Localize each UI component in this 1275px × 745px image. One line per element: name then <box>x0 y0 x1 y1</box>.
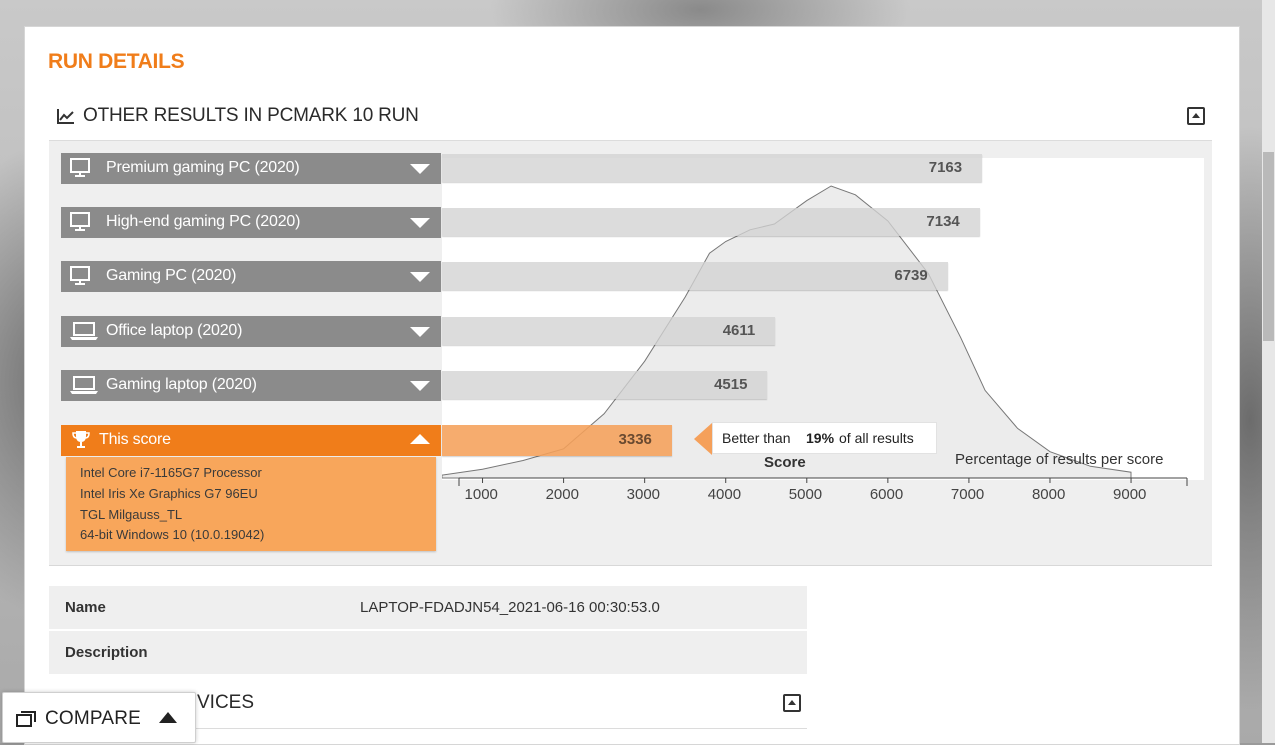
info-key: Description <box>65 644 148 661</box>
compare-label: COMPARE <box>45 708 142 729</box>
tick-label: 4000 <box>707 486 742 503</box>
collapse-devices-button[interactable] <box>783 694 801 712</box>
better-prefix: Better than <box>722 430 791 446</box>
tick-label: 6000 <box>869 486 904 503</box>
result-row-name: Gaming PC (2020) <box>106 267 237 284</box>
result-bar: 6739 <box>442 262 948 290</box>
chevron-up-icon <box>159 712 177 723</box>
devices-title: VICES <box>197 692 255 713</box>
result-row-name: Premium gaming PC (2020) <box>106 159 300 176</box>
info-value: LAPTOP-FDADJN54_2021-06-16 00:30:53.0 <box>360 599 660 616</box>
tick-label: 7000 <box>950 486 985 503</box>
result-bar: 7134 <box>442 208 980 236</box>
tick-label: 1000 <box>464 486 498 503</box>
trophy-icon <box>72 430 90 455</box>
result-bar: 4611 <box>442 317 776 345</box>
chevron-down-icon[interactable] <box>410 327 430 337</box>
scrollbar-thumb[interactable] <box>1263 152 1274 341</box>
laptop-icon <box>69 321 99 346</box>
result-score: 7163 <box>928 159 963 176</box>
result-row-label[interactable]: Gaming laptop (2020) <box>61 370 441 401</box>
desktop-icon <box>69 158 91 183</box>
result-row-name: High-end gaming PC (2020) <box>106 213 301 230</box>
chevron-down-icon[interactable] <box>410 272 430 282</box>
better-percentage: 19% <box>806 430 835 446</box>
info-key: Name <box>65 599 106 616</box>
this-score-name: This score <box>99 431 171 448</box>
tick-label: 3000 <box>626 486 661 503</box>
result-bar: 4515 <box>442 371 768 399</box>
other-results-title: OTHER RESULTS IN PCMARK 10 RUN <box>83 105 419 126</box>
result-row-label[interactable]: Gaming PC (2020) <box>61 261 441 292</box>
result-score: 4515 <box>714 376 748 393</box>
desktop-icon <box>69 212 91 237</box>
this-score-bar: 3336 <box>442 425 672 456</box>
result-row-label[interactable]: Premium gaming PC (2020) <box>61 153 441 184</box>
collapse-other-results-button[interactable] <box>1187 107 1205 125</box>
scrollbar-track[interactable] <box>1262 0 1275 743</box>
result-bar: 7163 <box>442 154 983 182</box>
chevron-up-icon[interactable] <box>410 434 430 444</box>
this-score-value: 3336 <box>618 431 652 448</box>
callout-pointer <box>694 423 712 455</box>
result-row-name: Office laptop (2020) <box>106 322 243 339</box>
detail-cpu: Intel Core i7-1165G7 Processor <box>80 465 262 480</box>
result-score: 4611 <box>722 322 756 339</box>
result-score: 7134 <box>926 213 960 230</box>
result-row-name: Gaming laptop (2020) <box>106 376 257 393</box>
line-chart-icon <box>57 109 74 124</box>
detail-motherboard: TGL Milgauss_TL <box>80 507 183 522</box>
laptop-icon <box>69 375 99 400</box>
tick-label: 2000 <box>545 486 579 503</box>
result-row-label[interactable]: Office laptop (2020) <box>61 316 441 347</box>
axis-title: Score <box>764 454 806 471</box>
tick-label: 5000 <box>788 486 823 503</box>
desktop-icon <box>69 266 91 291</box>
axis-note: Percentage of results per score <box>955 451 1164 468</box>
tick-label: 8000 <box>1031 486 1066 503</box>
this-score-label[interactable]: This score <box>61 425 441 456</box>
chevron-down-icon[interactable] <box>410 218 430 228</box>
tick-label: 9000 <box>1113 486 1147 503</box>
detail-gpu: Intel Iris Xe Graphics G7 96EU <box>80 486 258 501</box>
run-details-title: RUN DETAILS <box>48 50 185 73</box>
other-results-header: OTHER RESULTS IN PCMARK 10 RUN <box>49 96 1212 141</box>
chevron-down-icon[interactable] <box>410 381 430 391</box>
result-row-label[interactable]: High-end gaming PC (2020) <box>61 207 441 238</box>
detail-os: 64-bit Windows 10 (10.0.19042) <box>80 527 265 542</box>
stack-icon <box>16 711 36 727</box>
better-suffix: of all results <box>839 430 914 446</box>
info-row-description: Description <box>49 631 807 674</box>
info-row-name: Name LAPTOP-FDADJN54_2021-06-16 00:30:53… <box>49 586 807 629</box>
this-score-details: Intel Core i7-1165G7 Processor Intel Iri… <box>66 457 436 551</box>
better-than-callout: Better than 19% of all results <box>694 422 937 455</box>
compare-button[interactable]: COMPARE <box>2 692 196 743</box>
chevron-down-icon[interactable] <box>410 164 430 174</box>
result-score: 6739 <box>894 267 928 284</box>
